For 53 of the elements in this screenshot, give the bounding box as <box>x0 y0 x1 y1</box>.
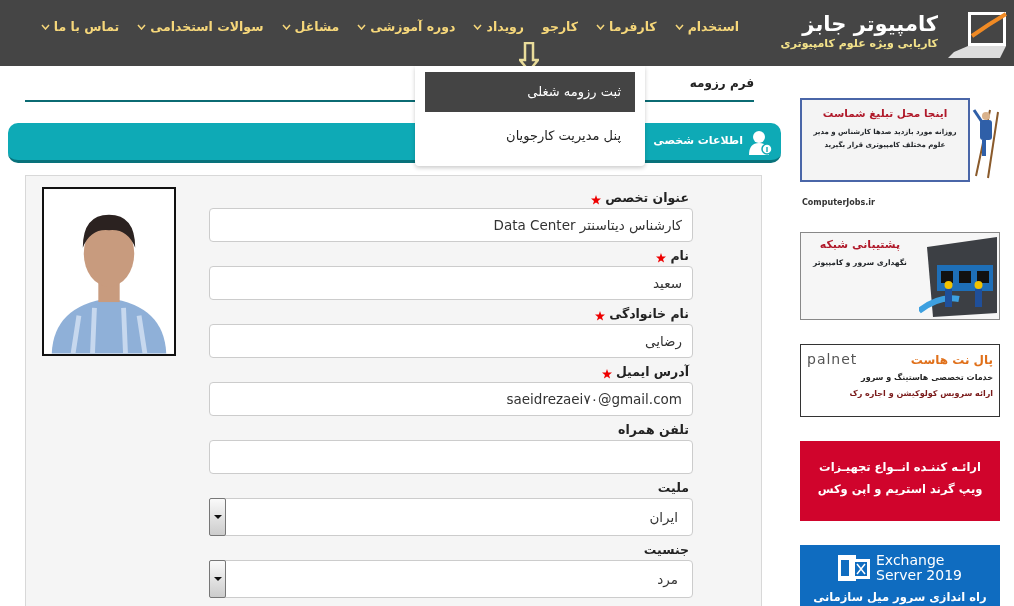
brand-text: Exchange <box>876 553 946 569</box>
ad-footer-text: ComputerJobs.ir <box>802 197 875 208</box>
chevron-down-icon <box>357 24 367 30</box>
input-field[interactable] <box>209 440 693 474</box>
dropdown-button[interactable] <box>209 498 226 536</box>
nav-item[interactable]: رویداد <box>464 14 534 40</box>
ad-text: ارائـه کننـده انــواع تجهیـزات <box>818 459 982 477</box>
exchange-logo-icon <box>838 553 870 584</box>
logo-title[interactable]: کامپیوتر جابز <box>780 13 938 37</box>
ad-title: اینجا محل تبلیغ شماست <box>821 106 949 122</box>
chevron-down-icon <box>137 24 147 30</box>
nav-item[interactable]: دوره آموزشی <box>348 14 465 40</box>
ad-text: خدمات تخصصی هاستینگ و سرور <box>859 372 993 384</box>
field-label: عنوان تخصص <box>605 189 689 208</box>
brand-text: Server 2019 <box>876 568 962 584</box>
caret-icon <box>213 577 222 581</box>
nav-item[interactable]: کارفرما <box>587 14 666 40</box>
field-label: آدرس ایمیل <box>615 363 689 382</box>
nav-item[interactable]: کارجو <box>533 14 588 40</box>
field-label: تلفن همراه <box>618 421 689 440</box>
user-info-icon <box>747 128 773 155</box>
field-label: نام <box>670 247 689 266</box>
menu-item[interactable]: ثبت رزومه شغلی <box>425 72 635 112</box>
field-label: جنسیت <box>643 541 689 560</box>
select-field[interactable]: مرد <box>209 560 693 598</box>
section-title: اطلاعات شخصی <box>653 133 743 150</box>
input-field[interactable]: saeidrezaei۷۰@gmail.com <box>209 382 693 416</box>
dropdown-button[interactable] <box>209 560 226 598</box>
nav-item[interactable]: مشاغل <box>272 14 349 40</box>
field-label: ملیت <box>657 479 689 498</box>
caret-icon <box>213 515 222 519</box>
chevron-down-icon <box>674 24 684 30</box>
page-title: فرم رزومه <box>689 75 754 92</box>
ad-title: پال نت هاست <box>910 351 993 369</box>
input-field[interactable]: کارشناس دیتاسنتر Data Center <box>209 208 693 242</box>
input-field[interactable]: سعید <box>209 266 693 300</box>
brand-logo: palnet <box>807 350 858 369</box>
chevron-down-icon <box>473 24 483 30</box>
chevron-down-icon <box>281 24 291 30</box>
ad-title: پشتیبانی شبکه <box>818 237 902 253</box>
select-field[interactable]: ایران <box>209 498 693 536</box>
field-label: نام خانوادگی <box>609 305 689 324</box>
ad-text: راه اندازی سرور میل سازمانی <box>812 588 988 606</box>
input-field[interactable]: رضایی <box>209 324 693 358</box>
nav-item[interactable]: سوالات استخدامی <box>128 14 273 40</box>
chevron-down-icon <box>596 24 606 30</box>
ad-text: ارائه سرویس کولوکیشن و اجاره رک <box>848 388 993 400</box>
logo-tagline: کاریابی ویژه علوم کامپیوتری <box>780 36 938 53</box>
ad-text: ویپ گرند استریم و اپن وکس <box>816 480 984 499</box>
ad-banner[interactable]: ارائـه کننـده انــواع تجهیـزات ویپ گرند استریم و اپن وکس <box>800 441 1000 521</box>
nav-item[interactable]: استخدام <box>665 14 748 40</box>
nav-item[interactable]: تماس با ما <box>31 14 129 40</box>
chevron-down-icon <box>40 24 50 30</box>
